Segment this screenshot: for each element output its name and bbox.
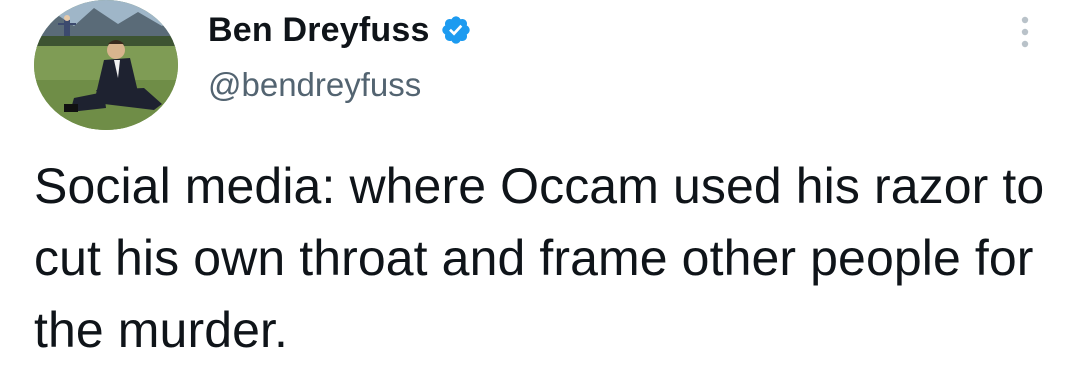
vertical-ellipsis-icon[interactable]	[1014, 14, 1036, 50]
author-handle[interactable]: @bendreyfuss	[208, 66, 421, 104]
profile-photo-image	[34, 0, 178, 130]
avatar[interactable]	[34, 0, 178, 130]
verified-badge-icon	[440, 14, 472, 46]
tweet-text: Social media: where Occam used his razor…	[34, 158, 1045, 358]
author-display-name[interactable]: Ben Dreyfuss	[208, 11, 430, 50]
tweet-card: Ben Dreyfuss @bendreyfuss Social media: …	[0, 0, 1080, 360]
author-name-row[interactable]: Ben Dreyfuss	[208, 6, 472, 54]
